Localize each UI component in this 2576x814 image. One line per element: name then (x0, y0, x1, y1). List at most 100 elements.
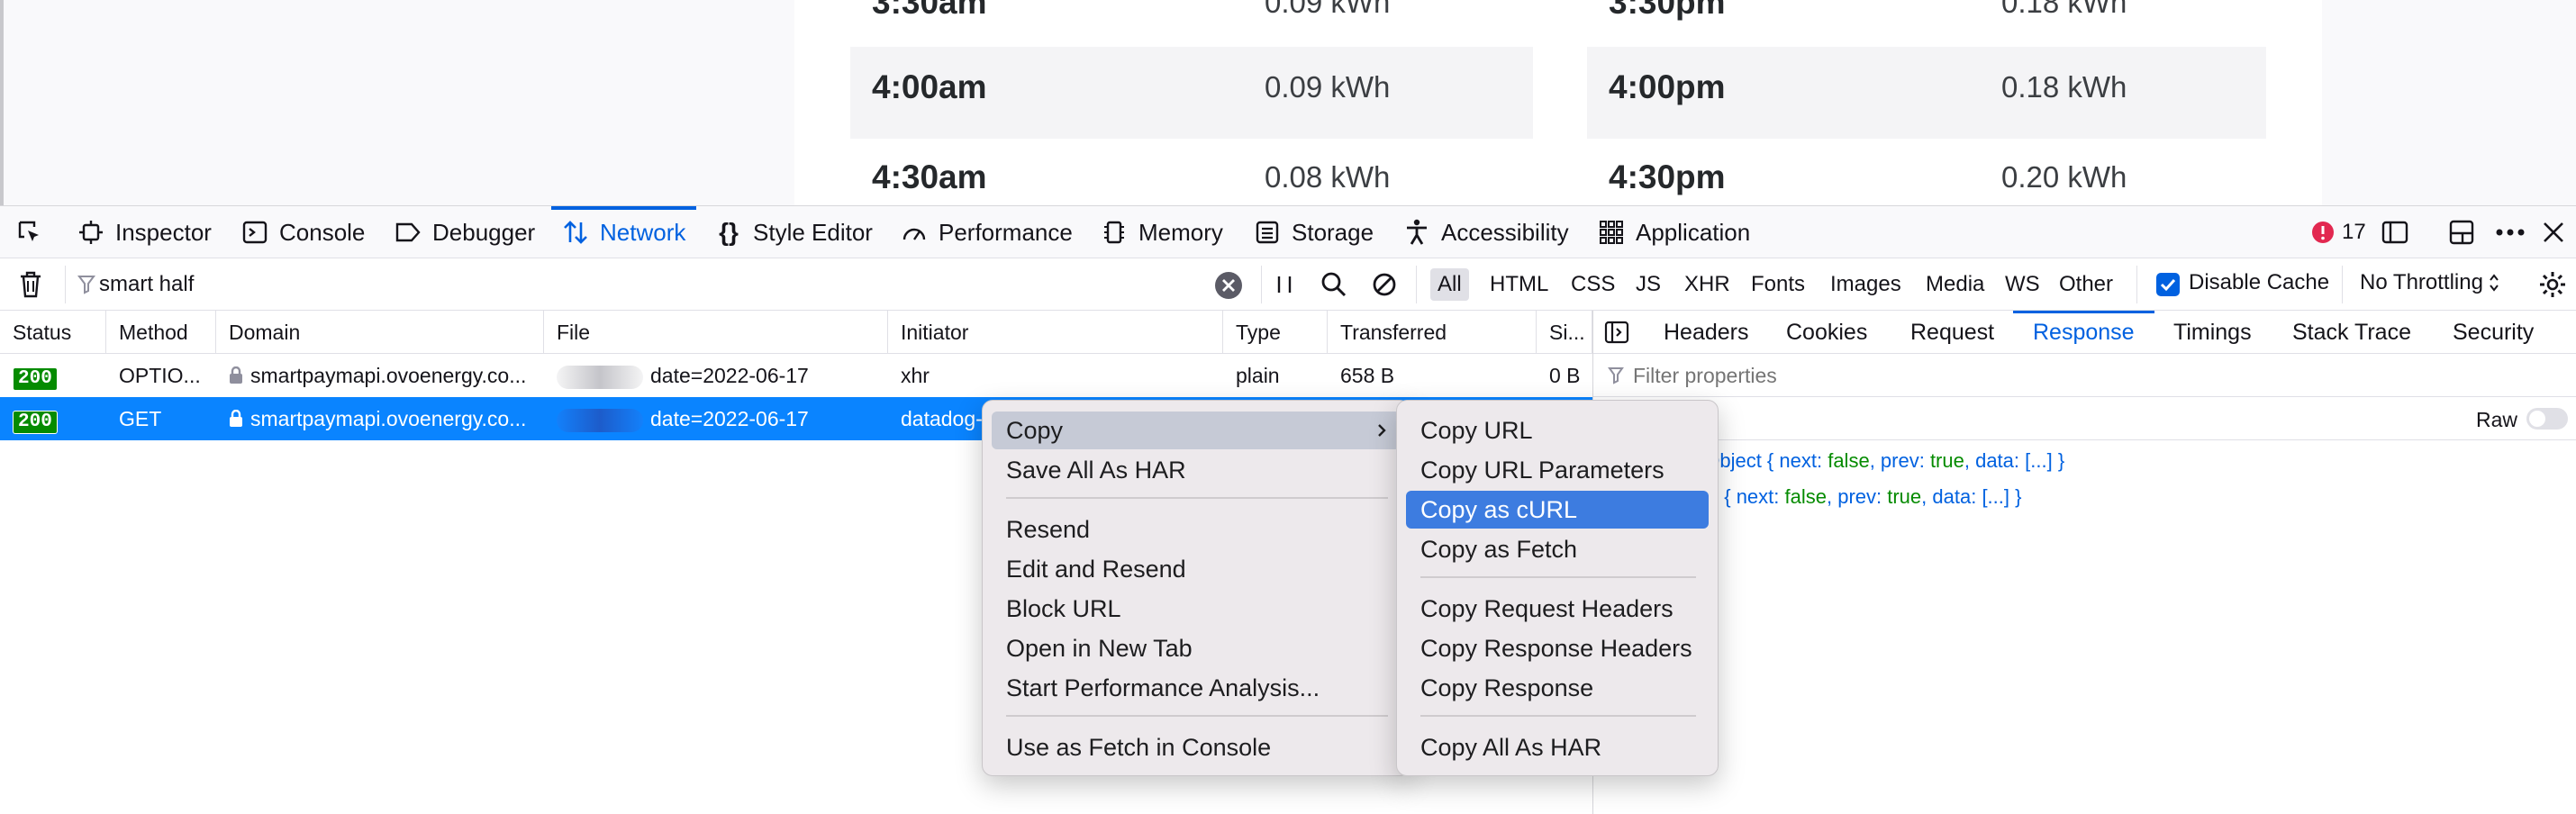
type-filter-all[interactable]: All (1430, 268, 1469, 301)
column-initiator[interactable]: Initiator (888, 311, 1223, 354)
domain-cell: smartpaymapi.ovoenergy.co... (216, 397, 544, 440)
usage-row: 4:00am 0.09 kWh (850, 47, 1533, 139)
tab-label: Inspector (115, 218, 212, 246)
tab-security[interactable]: Security (2453, 311, 2534, 354)
tab-label: Memory (1138, 218, 1223, 246)
type-filter-html[interactable]: HTML (1483, 268, 1556, 301)
menu-item-copy-url-parameters[interactable]: Copy URL Parameters (1406, 451, 1709, 489)
menu-item-resend[interactable]: Resend (992, 511, 1401, 548)
menu-separator (1420, 576, 1696, 578)
pause-button[interactable] (1274, 271, 1295, 303)
column-size[interactable]: Si... (1537, 311, 1592, 354)
filter-properties-input[interactable] (1633, 361, 2444, 390)
copy-submenu: Copy URL Copy URL Parameters Copy as cUR… (1396, 400, 1719, 776)
json-value: false (1784, 485, 1827, 508)
table-header: Status Method Domain File Initiator Type… (0, 311, 1592, 354)
dock-side-button[interactable] (2448, 206, 2475, 258)
tab-cookies[interactable]: Cookies (1786, 311, 1867, 354)
tab-application[interactable]: Application (1598, 206, 1750, 258)
tab-inspector[interactable]: Inspector (77, 206, 212, 258)
tab-network[interactable]: Network (550, 206, 697, 258)
type-filter-fonts[interactable]: Fonts (1744, 268, 1812, 301)
ellipsis-icon (2496, 229, 2525, 236)
type-filter-media[interactable]: Media (1918, 268, 1991, 301)
menu-item-copy-url[interactable]: Copy URL (1406, 412, 1709, 449)
filter-urls-input[interactable] (99, 269, 1180, 300)
menu-item-start-performance-analysis[interactable]: Start Performance Analysis... (992, 669, 1401, 707)
search-button[interactable] (1320, 271, 1347, 303)
column-file[interactable]: File (544, 311, 888, 354)
tab-request[interactable]: Request (1910, 311, 1994, 354)
tab-debugger[interactable]: Debugger (395, 206, 535, 258)
tab-response[interactable]: Response (2013, 311, 2154, 354)
column-transferred[interactable]: Transferred (1328, 311, 1537, 354)
type-filter-js[interactable]: JS (1628, 268, 1668, 301)
updown-chevron-icon (2490, 274, 2499, 292)
menu-item-copy-request-headers[interactable]: Copy Request Headers (1406, 590, 1709, 628)
menu-item-copy-as-curl[interactable]: Copy as cURL (1406, 491, 1709, 529)
column-method[interactable]: Method (106, 311, 216, 354)
memory-icon (1101, 219, 1128, 246)
style-editor-icon: {} (719, 218, 739, 246)
tab-timings[interactable]: Timings (2173, 311, 2252, 354)
json-line[interactable]: y: Object { next: false, prev: true, dat… (1683, 449, 2064, 473)
usage-card: 3:30am 0.09 kWh 3:30pm 0.18 kWh 4:00am 0… (794, 0, 2322, 205)
menu-item-copy[interactable]: Copy (992, 412, 1401, 449)
menu-item-edit-and-resend[interactable]: Edit and Resend (992, 550, 1401, 588)
tab-accessibility[interactable]: Accessibility (1403, 206, 1569, 258)
column-type[interactable]: Type (1223, 311, 1328, 354)
redacted-blur (557, 408, 643, 432)
network-settings-button[interactable] (2538, 270, 2567, 303)
more-options-button[interactable] (2495, 206, 2526, 258)
filter-icon (1608, 367, 1624, 384)
error-count: 17 (2342, 220, 2366, 244)
menu-item-copy-all-as-har[interactable]: Copy All As HAR (1406, 728, 1709, 766)
menu-item-use-as-fetch-in-console[interactable]: Use as Fetch in Console (992, 728, 1401, 766)
disable-cache-checkbox[interactable] (2156, 273, 2180, 296)
close-devtools-button[interactable] (2542, 206, 2565, 258)
dock-icon (2449, 220, 2474, 245)
filter-icon (77, 276, 95, 294)
tab-console[interactable]: Console (241, 206, 365, 258)
raw-toggle[interactable] (2526, 408, 2568, 430)
json-line[interactable]: ct { next: false, prev: true, data: [...… (1703, 485, 2021, 509)
json-brace: } (2009, 485, 2022, 508)
usage-row: 3:30am 0.09 kWh (850, 0, 1533, 54)
json-prop: next: (1736, 485, 1785, 508)
type-filter-images[interactable]: Images (1823, 268, 1909, 301)
clear-filter-button[interactable] (1214, 271, 1243, 304)
type-filter-ws[interactable]: WS (1998, 268, 2047, 301)
column-status[interactable]: Status (0, 311, 106, 354)
performance-icon (901, 219, 928, 246)
initiator-cell: xhr (901, 364, 930, 387)
type-filter-other[interactable]: Other (2052, 268, 2120, 301)
element-picker-button[interactable] (16, 206, 43, 258)
json-value: false (1828, 449, 1870, 472)
menu-item-block-url[interactable]: Block URL (992, 590, 1401, 628)
column-domain[interactable]: Domain (216, 311, 544, 354)
tab-storage[interactable]: Storage (1254, 206, 1374, 258)
trash-icon (21, 271, 41, 298)
menu-item-save-all-as-har[interactable]: Save All As HAR (992, 451, 1401, 489)
menu-item-copy-response-headers[interactable]: Copy Response Headers (1406, 629, 1709, 667)
clear-requests-button[interactable] (18, 270, 43, 303)
type-filter-css[interactable]: CSS (1564, 268, 1622, 301)
tab-stack-trace[interactable]: Stack Trace (2292, 311, 2411, 354)
throttling-select[interactable]: No Throttling (2360, 270, 2499, 295)
error-indicator[interactable]: 17 (2311, 206, 2366, 258)
table-row[interactable]: 200 OPTIO... smartpaymapi.ovoenergy.co..… (0, 354, 1592, 397)
checkmark-icon (2160, 278, 2176, 292)
menu-item-copy-as-fetch[interactable]: Copy as Fetch (1406, 530, 1709, 568)
tab-style-editor[interactable]: {} Style Editor (715, 206, 873, 258)
block-requests-button[interactable] (1371, 271, 1398, 303)
type-filter-xhr[interactable]: XHR (1677, 268, 1737, 301)
tab-performance[interactable]: Performance (901, 206, 1073, 258)
tab-memory[interactable]: Memory (1101, 206, 1223, 258)
toggle-split-console-button[interactable] (2381, 206, 2408, 258)
menu-item-copy-response[interactable]: Copy Response (1406, 669, 1709, 707)
menu-item-open-in-new-tab[interactable]: Open in New Tab (992, 629, 1401, 667)
split-console-icon (2381, 221, 2408, 244)
method-cell: GET (119, 407, 162, 430)
toggle-panel-button[interactable] (1604, 320, 1629, 349)
tab-headers[interactable]: Headers (1664, 311, 1749, 354)
